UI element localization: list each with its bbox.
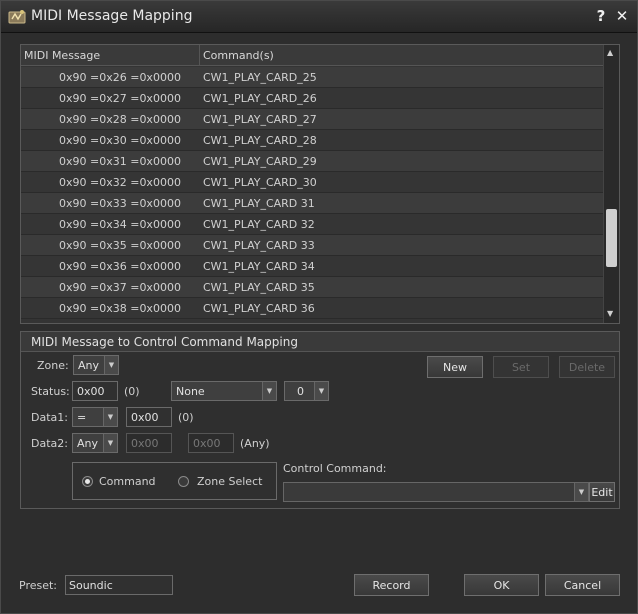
row-command: CW1_PLAY_CARD_26 — [203, 92, 317, 105]
chevron-down-icon: ▼ — [103, 434, 117, 452]
chevron-down-icon: ▼ — [574, 483, 588, 501]
table-row[interactable]: 0x90 =0x26 =0x0000 CW1_PLAY_CARD_25 — [21, 67, 603, 88]
row-midi-message: 0x90 =0x31 =0x0000 — [59, 155, 181, 168]
row-command: CW1_PLAY_CARD 33 — [203, 239, 315, 252]
chevron-down-icon: ▼ — [103, 408, 117, 426]
radio-zone-select-label[interactable]: Zone Select — [197, 475, 262, 488]
ok-button[interactable]: OK — [464, 574, 539, 596]
row-midi-message: 0x90 =0x36 =0x0000 — [59, 260, 181, 273]
data1-label: Data1: — [31, 411, 68, 424]
mapping-group: MIDI Message to Control Command Mapping … — [20, 331, 620, 509]
row-command: CW1_PLAY_CARD_30 — [203, 176, 317, 189]
status-label: Status: — [31, 385, 70, 398]
status-channel-select[interactable]: 0 ▼ — [284, 381, 329, 401]
data1-operator-value: = — [77, 411, 87, 424]
radio-command[interactable] — [82, 476, 93, 487]
cancel-button[interactable]: Cancel — [545, 574, 620, 596]
table-row[interactable]: 0x90 =0x35 =0x0000 CW1_PLAY_CARD 33 — [21, 235, 603, 256]
row-midi-message: 0x90 =0x27 =0x0000 — [59, 92, 181, 105]
table-row[interactable]: 0x90 =0x33 =0x0000 CW1_PLAY_CARD 31 — [21, 193, 603, 214]
help-button[interactable]: ? — [593, 7, 609, 27]
row-midi-message: 0x90 =0x30 =0x0000 — [59, 134, 181, 147]
scroll-thumb[interactable] — [606, 209, 617, 267]
row-command: CW1_PLAY_CARD_29 — [203, 155, 317, 168]
window-title: MIDI Message Mapping — [31, 8, 193, 24]
midi-message-list[interactable]: MIDI Message Command(s) 0x90 =0x26 =0x00… — [20, 44, 620, 324]
list-rows: 0x90 =0x26 =0x0000 CW1_PLAY_CARD_25 0x90 =… — [21, 67, 603, 323]
chevron-down-icon: ▼ — [314, 382, 328, 400]
app-logo-icon — [8, 9, 26, 25]
chevron-down-icon: ▼ — [104, 356, 118, 374]
edit-button[interactable]: Edit — [589, 482, 615, 502]
row-midi-message: 0x90 =0x37 =0x0000 — [59, 281, 181, 294]
row-command: CW1_PLAY_CARD_27 — [203, 113, 317, 126]
table-row[interactable]: 0x90 =0x28 =0x0000 CW1_PLAY_CARD_27 — [21, 109, 603, 130]
zone-select-value: Any — [78, 359, 100, 372]
control-command-label: Control Command: — [283, 462, 387, 475]
zone-select[interactable]: Any ▼ — [73, 355, 119, 375]
data2-note: (Any) — [240, 437, 270, 450]
table-row[interactable]: 0x90 =0x31 =0x0000 CW1_PLAY_CARD_29 — [21, 151, 603, 172]
data2-high-input[interactable]: 0x00 — [188, 433, 234, 453]
row-command: CW1_PLAY_CARD_25 — [203, 71, 317, 84]
list-scrollbar[interactable]: ▲ ▼ — [603, 45, 619, 323]
title-bar: MIDI Message Mapping ? ✕ — [1, 1, 637, 33]
data2-low-input[interactable]: 0x00 — [126, 433, 172, 453]
row-midi-message: 0x90 =0x38 =0x0000 — [59, 302, 181, 315]
row-command: CW1_PLAY_CARD 31 — [203, 197, 315, 210]
data1-input[interactable]: 0x00 — [126, 407, 172, 427]
row-midi-message: 0x90 =0x32 =0x0000 — [59, 176, 181, 189]
row-command: CW1_PLAY_CARD 32 — [203, 218, 315, 231]
mapping-type-radio-group: Command Zone Select — [72, 462, 277, 500]
control-command-select[interactable]: ▼ — [283, 482, 589, 502]
data2-operator-select[interactable]: Any ▼ — [72, 433, 118, 453]
column-divider[interactable] — [199, 45, 200, 66]
status-type-select[interactable]: None ▼ — [171, 381, 277, 401]
row-midi-message: 0x90 =0x35 =0x0000 — [59, 239, 181, 252]
table-row[interactable]: 0x90 =0x36 =0x0000 CW1_PLAY_CARD 34 — [21, 256, 603, 277]
table-row[interactable]: 0x90 =0x30 =0x0000 CW1_PLAY_CARD_28 — [21, 130, 603, 151]
midi-mapping-dialog: MIDI Message Mapping ? ✕ MIDI Message Co… — [0, 0, 638, 614]
status-type-value: None — [176, 385, 205, 398]
row-midi-message: 0x90 =0x28 =0x0000 — [59, 113, 181, 126]
data2-label: Data2: — [31, 437, 68, 450]
row-command: CW1_PLAY_CARD 35 — [203, 281, 315, 294]
table-row[interactable]: 0x90 =0x32 =0x0000 CW1_PLAY_CARD_30 — [21, 172, 603, 193]
close-button[interactable]: ✕ — [613, 7, 631, 27]
table-row[interactable]: 0x90 =0x37 =0x0000 CW1_PLAY_CARD 35 — [21, 277, 603, 298]
row-midi-message: 0x90 =0x26 =0x0000 — [59, 71, 181, 84]
data1-operator-select[interactable]: = ▼ — [72, 407, 118, 427]
table-row[interactable]: 0x90 =0x38 =0x0000 CW1_PLAY_CARD 36 — [21, 298, 603, 319]
chevron-down-icon: ▼ — [262, 382, 276, 400]
radio-command-label[interactable]: Command — [99, 475, 156, 488]
row-command: CW1_PLAY_CARD 34 — [203, 260, 315, 273]
column-header-commands[interactable]: Command(s) — [203, 49, 274, 62]
zone-label: Zone: — [37, 359, 69, 372]
row-midi-message: 0x90 =0x33 =0x0000 — [59, 197, 181, 210]
record-button[interactable]: Record — [354, 574, 429, 596]
row-midi-message: 0x90 =0x34 =0x0000 — [59, 218, 181, 231]
row-command: CW1_PLAY_CARD 36 — [203, 302, 315, 315]
table-row[interactable]: 0x90 =0x34 =0x0000 CW1_PLAY_CARD 32 — [21, 214, 603, 235]
status-decimal: (0) — [124, 385, 140, 398]
row-command: CW1_PLAY_CARD_28 — [203, 134, 317, 147]
preset-label: Preset: — [19, 579, 58, 592]
list-header: MIDI Message Command(s) — [21, 45, 603, 66]
radio-zone-select[interactable] — [178, 476, 189, 487]
delete-button[interactable]: Delete — [559, 356, 615, 378]
status-input[interactable]: 0x00 — [72, 381, 118, 401]
new-button[interactable]: New — [427, 356, 483, 378]
table-row[interactable]: 0x90 =0x27 =0x0000 CW1_PLAY_CARD_26 — [21, 88, 603, 109]
set-button[interactable]: Set — [493, 356, 549, 378]
column-header-midi-message[interactable]: MIDI Message — [24, 49, 100, 62]
data2-operator-value: Any — [77, 437, 99, 450]
preset-input[interactable]: Soundic — [65, 575, 173, 595]
scroll-up-arrow-icon[interactable]: ▲ — [607, 48, 613, 57]
mapping-group-title: MIDI Message to Control Command Mapping — [21, 332, 619, 352]
scroll-down-arrow-icon[interactable]: ▼ — [607, 309, 613, 318]
status-channel-value: 0 — [297, 385, 304, 398]
data1-decimal: (0) — [178, 411, 194, 424]
